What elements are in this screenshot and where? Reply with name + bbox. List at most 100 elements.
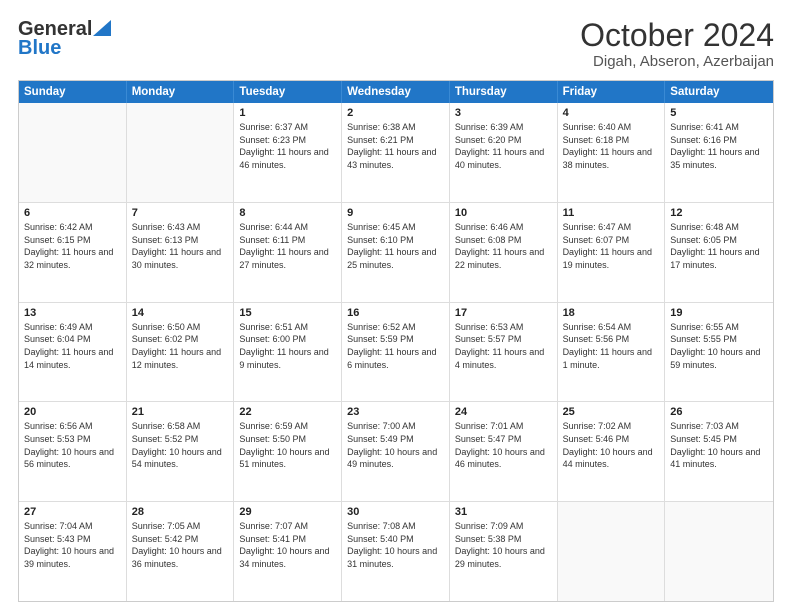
logo-icon — [93, 20, 111, 36]
day-info: Sunrise: 6:42 AM Sunset: 6:15 PM Dayligh… — [24, 221, 121, 271]
day-number: 6 — [24, 207, 121, 219]
weekday-header-friday: Friday — [558, 81, 666, 103]
calendar-cell-r2c4: 17Sunrise: 6:53 AM Sunset: 5:57 PM Dayli… — [450, 303, 558, 402]
calendar-cell-r4c5 — [558, 502, 666, 601]
logo-blue: Blue — [18, 37, 61, 60]
page-subtitle: Digah, Abseron, Azerbaijan — [580, 53, 774, 70]
day-number: 2 — [347, 107, 444, 119]
day-number: 27 — [24, 506, 121, 518]
day-info: Sunrise: 6:47 AM Sunset: 6:07 PM Dayligh… — [563, 221, 660, 271]
day-info: Sunrise: 6:54 AM Sunset: 5:56 PM Dayligh… — [563, 321, 660, 371]
calendar-cell-r2c1: 14 Sunrise: 6:50 AM Sunset: 6:02 PM Dayli… — [127, 303, 235, 402]
calendar-cell-r4c2: 29 Sunrise: 7:07 AM Sunset: 5:41 PM Dayli… — [234, 502, 342, 601]
calendar-cell-r3c3: 23 Sunrise: 7:00 AM Sunset: 5:49 PM Dayli… — [342, 402, 450, 501]
weekday-header-saturday: Saturday — [665, 81, 773, 103]
day-info: Sunrise: 7:09 AM Sunset: 5:38 PM Dayligh… — [455, 520, 552, 570]
calendar-cell-r2c6: 19 Sunrise: 6:55 AM Sunset: 5:55 PM Dayli… — [665, 303, 773, 402]
day-number: 18 — [563, 307, 660, 319]
day-info: Sunrise: 6:59 AM Sunset: 5:50 PM Dayligh… — [239, 420, 336, 470]
calendar-cell-r4c6 — [665, 502, 773, 601]
calendar-cell-r0c5: 4Sunrise: 6:40 AM Sunset: 6:18 PM Daylig… — [558, 103, 666, 202]
day-info: Sunrise: 6:50 AM Sunset: 6:02 PM Dayligh… — [132, 321, 229, 371]
day-info: Sunrise: 6:49 AM Sunset: 6:04 PM Dayligh… — [24, 321, 121, 371]
page: General Blue October 2024 Digah, Abseron… — [0, 0, 792, 612]
day-number: 13 — [24, 307, 121, 319]
title-block: October 2024 Digah, Abseron, Azerbaijan — [580, 18, 774, 70]
calendar-row-4: 27 Sunrise: 7:04 AM Sunset: 5:43 PM Dayli… — [19, 502, 773, 601]
calendar-cell-r3c0: 20Sunrise: 6:56 AM Sunset: 5:53 PM Dayli… — [19, 402, 127, 501]
day-number: 26 — [670, 406, 768, 418]
day-info: Sunrise: 6:56 AM Sunset: 5:53 PM Dayligh… — [24, 420, 121, 470]
day-info: Sunrise: 6:58 AM Sunset: 5:52 PM Dayligh… — [132, 420, 229, 470]
day-info: Sunrise: 7:05 AM Sunset: 5:42 PM Dayligh… — [132, 520, 229, 570]
day-number: 25 — [563, 406, 660, 418]
day-number: 23 — [347, 406, 444, 418]
day-info: Sunrise: 7:02 AM Sunset: 5:46 PM Dayligh… — [563, 420, 660, 470]
calendar-cell-r1c2: 8 Sunrise: 6:44 AM Sunset: 6:11 PM Daylig… — [234, 203, 342, 302]
weekday-header-sunday: Sunday — [19, 81, 127, 103]
day-number: 30 — [347, 506, 444, 518]
day-info: Sunrise: 7:08 AM Sunset: 5:40 PM Dayligh… — [347, 520, 444, 570]
day-number: 31 — [455, 506, 552, 518]
calendar-cell-r0c2: 1Sunrise: 6:37 AM Sunset: 6:23 PM Daylig… — [234, 103, 342, 202]
day-info: Sunrise: 6:48 AM Sunset: 6:05 PM Dayligh… — [670, 221, 768, 271]
calendar-cell-r3c4: 24Sunrise: 7:01 AM Sunset: 5:47 PM Dayli… — [450, 402, 558, 501]
calendar-cell-r1c4: 10 Sunrise: 6:46 AM Sunset: 6:08 PM Dayli… — [450, 203, 558, 302]
day-number: 11 — [563, 207, 660, 219]
day-number: 17 — [455, 307, 552, 319]
weekday-header-wednesday: Wednesday — [342, 81, 450, 103]
day-number: 21 — [132, 406, 229, 418]
day-number: 15 — [239, 307, 336, 319]
calendar-cell-r4c1: 28 Sunrise: 7:05 AM Sunset: 5:42 PM Dayli… — [127, 502, 235, 601]
calendar-cell-r2c0: 13 Sunrise: 6:49 AM Sunset: 6:04 PM Dayli… — [19, 303, 127, 402]
calendar-row-2: 13 Sunrise: 6:49 AM Sunset: 6:04 PM Dayli… — [19, 303, 773, 403]
day-number: 22 — [239, 406, 336, 418]
calendar-header: SundayMondayTuesdayWednesdayThursdayFrid… — [19, 81, 773, 103]
calendar-cell-r1c0: 6 Sunrise: 6:42 AM Sunset: 6:15 PM Daylig… — [19, 203, 127, 302]
calendar-cell-r0c0 — [19, 103, 127, 202]
day-info: Sunrise: 7:01 AM Sunset: 5:47 PM Dayligh… — [455, 420, 552, 470]
calendar-cell-r4c3: 30 Sunrise: 7:08 AM Sunset: 5:40 PM Dayli… — [342, 502, 450, 601]
day-number: 14 — [132, 307, 229, 319]
calendar-cell-r0c4: 3 Sunrise: 6:39 AM Sunset: 6:20 PM Daylig… — [450, 103, 558, 202]
calendar-cell-r4c4: 31 Sunrise: 7:09 AM Sunset: 5:38 PM Dayli… — [450, 502, 558, 601]
day-number: 9 — [347, 207, 444, 219]
header: General Blue October 2024 Digah, Abseron… — [18, 18, 774, 70]
day-number: 3 — [455, 107, 552, 119]
day-info: Sunrise: 7:07 AM Sunset: 5:41 PM Dayligh… — [239, 520, 336, 570]
weekday-header-monday: Monday — [127, 81, 235, 103]
day-info: Sunrise: 6:44 AM Sunset: 6:11 PM Dayligh… — [239, 221, 336, 271]
day-info: Sunrise: 7:03 AM Sunset: 5:45 PM Dayligh… — [670, 420, 768, 470]
day-info: Sunrise: 6:51 AM Sunset: 6:00 PM Dayligh… — [239, 321, 336, 371]
day-number: 28 — [132, 506, 229, 518]
day-number: 7 — [132, 207, 229, 219]
weekday-header-tuesday: Tuesday — [234, 81, 342, 103]
calendar: SundayMondayTuesdayWednesdayThursdayFrid… — [18, 80, 774, 602]
calendar-cell-r3c2: 22 Sunrise: 6:59 AM Sunset: 5:50 PM Dayli… — [234, 402, 342, 501]
day-number: 29 — [239, 506, 336, 518]
day-info: Sunrise: 6:55 AM Sunset: 5:55 PM Dayligh… — [670, 321, 768, 371]
calendar-body: 1Sunrise: 6:37 AM Sunset: 6:23 PM Daylig… — [19, 103, 773, 601]
calendar-cell-r0c6: 5 Sunrise: 6:41 AM Sunset: 6:16 PM Daylig… — [665, 103, 773, 202]
calendar-cell-r3c1: 21 Sunrise: 6:58 AM Sunset: 5:52 PM Dayli… — [127, 402, 235, 501]
day-info: Sunrise: 6:41 AM Sunset: 6:16 PM Dayligh… — [670, 121, 768, 171]
calendar-cell-r0c1 — [127, 103, 235, 202]
day-info: Sunrise: 6:39 AM Sunset: 6:20 PM Dayligh… — [455, 121, 552, 171]
day-number: 10 — [455, 207, 552, 219]
calendar-row-3: 20Sunrise: 6:56 AM Sunset: 5:53 PM Dayli… — [19, 402, 773, 502]
calendar-row-0: 1Sunrise: 6:37 AM Sunset: 6:23 PM Daylig… — [19, 103, 773, 203]
day-info: Sunrise: 6:37 AM Sunset: 6:23 PM Dayligh… — [239, 121, 336, 171]
day-number: 8 — [239, 207, 336, 219]
calendar-cell-r2c2: 15 Sunrise: 6:51 AM Sunset: 6:00 PM Dayli… — [234, 303, 342, 402]
logo: General Blue — [18, 18, 111, 60]
day-info: Sunrise: 6:46 AM Sunset: 6:08 PM Dayligh… — [455, 221, 552, 271]
calendar-cell-r3c6: 26 Sunrise: 7:03 AM Sunset: 5:45 PM Dayli… — [665, 402, 773, 501]
day-info: Sunrise: 7:04 AM Sunset: 5:43 PM Dayligh… — [24, 520, 121, 570]
day-info: Sunrise: 6:45 AM Sunset: 6:10 PM Dayligh… — [347, 221, 444, 271]
calendar-cell-r3c5: 25 Sunrise: 7:02 AM Sunset: 5:46 PM Dayli… — [558, 402, 666, 501]
day-info: Sunrise: 7:00 AM Sunset: 5:49 PM Dayligh… — [347, 420, 444, 470]
day-number: 5 — [670, 107, 768, 119]
day-number: 19 — [670, 307, 768, 319]
calendar-cell-r2c5: 18 Sunrise: 6:54 AM Sunset: 5:56 PM Dayli… — [558, 303, 666, 402]
day-number: 12 — [670, 207, 768, 219]
